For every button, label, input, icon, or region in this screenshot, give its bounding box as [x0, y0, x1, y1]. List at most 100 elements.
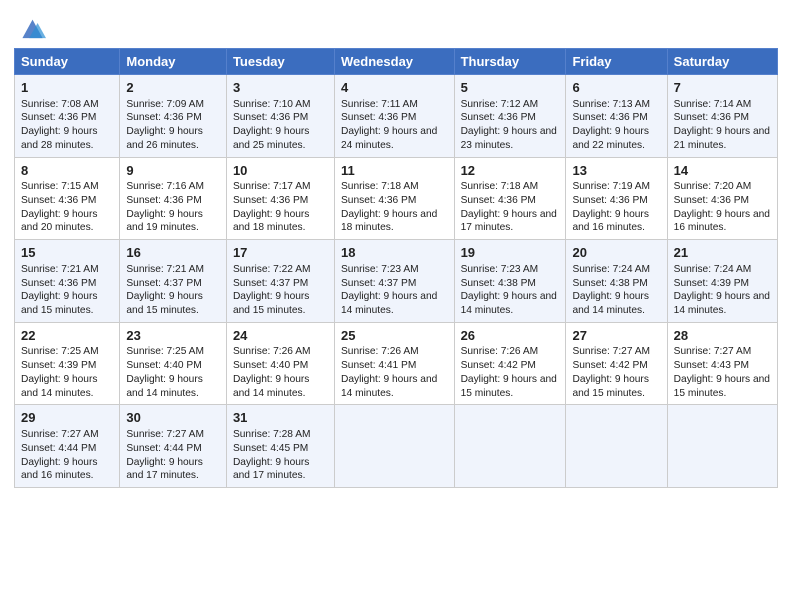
day-number: 13: [572, 162, 660, 180]
daylight-label: Daylight: 9 hours and 14 minutes.: [21, 374, 97, 399]
day-number: 20: [572, 244, 660, 262]
sunrise-label: Sunrise: 7:25 AM: [126, 346, 204, 357]
calendar-cell: 25Sunrise: 7:26 AMSunset: 4:41 PMDayligh…: [335, 322, 455, 405]
day-number: 17: [233, 244, 328, 262]
day-number: 1: [21, 79, 113, 97]
calendar-cell: 6Sunrise: 7:13 AMSunset: 4:36 PMDaylight…: [566, 75, 667, 158]
sunrise-label: Sunrise: 7:15 AM: [21, 181, 99, 192]
calendar-table: SundayMondayTuesdayWednesdayThursdayFrid…: [14, 48, 778, 488]
calendar-cell: 30Sunrise: 7:27 AMSunset: 4:44 PMDayligh…: [120, 405, 227, 488]
sunrise-label: Sunrise: 7:27 AM: [21, 429, 99, 440]
day-number: 6: [572, 79, 660, 97]
logo-icon: [14, 14, 46, 42]
col-header-wednesday: Wednesday: [335, 49, 455, 75]
sunrise-label: Sunrise: 7:20 AM: [674, 181, 752, 192]
calendar-cell: 9Sunrise: 7:16 AMSunset: 4:36 PMDaylight…: [120, 157, 227, 240]
col-header-friday: Friday: [566, 49, 667, 75]
daylight-label: Daylight: 9 hours and 17 minutes.: [461, 209, 557, 234]
sunrise-label: Sunrise: 7:21 AM: [21, 264, 99, 275]
sunrise-label: Sunrise: 7:14 AM: [674, 99, 752, 110]
day-number: 14: [674, 162, 771, 180]
day-number: 12: [461, 162, 560, 180]
daylight-label: Daylight: 9 hours and 19 minutes.: [126, 209, 202, 234]
calendar-cell: 29Sunrise: 7:27 AMSunset: 4:44 PMDayligh…: [15, 405, 120, 488]
daylight-label: Daylight: 9 hours and 14 minutes.: [341, 291, 437, 316]
sunrise-label: Sunrise: 7:19 AM: [572, 181, 650, 192]
day-number: 26: [461, 327, 560, 345]
sunset-label: Sunset: 4:38 PM: [461, 278, 536, 289]
sunset-label: Sunset: 4:38 PM: [572, 278, 647, 289]
calendar-cell: 7Sunrise: 7:14 AMSunset: 4:36 PMDaylight…: [667, 75, 777, 158]
sunset-label: Sunset: 4:36 PM: [21, 195, 96, 206]
calendar-cell: [454, 405, 566, 488]
daylight-label: Daylight: 9 hours and 14 minutes.: [126, 374, 202, 399]
logo: [14, 14, 50, 42]
sunset-label: Sunset: 4:44 PM: [21, 443, 96, 454]
sunrise-label: Sunrise: 7:21 AM: [126, 264, 204, 275]
day-number: 4: [341, 79, 448, 97]
day-number: 10: [233, 162, 328, 180]
daylight-label: Daylight: 9 hours and 16 minutes.: [21, 457, 97, 482]
sunset-label: Sunset: 4:37 PM: [126, 278, 201, 289]
sunset-label: Sunset: 4:36 PM: [341, 195, 416, 206]
day-number: 21: [674, 244, 771, 262]
sunrise-label: Sunrise: 7:12 AM: [461, 99, 539, 110]
col-header-thursday: Thursday: [454, 49, 566, 75]
calendar-cell: 17Sunrise: 7:22 AMSunset: 4:37 PMDayligh…: [226, 240, 334, 323]
daylight-label: Daylight: 9 hours and 14 minutes.: [461, 291, 557, 316]
calendar-cell: 23Sunrise: 7:25 AMSunset: 4:40 PMDayligh…: [120, 322, 227, 405]
sunrise-label: Sunrise: 7:17 AM: [233, 181, 311, 192]
daylight-label: Daylight: 9 hours and 14 minutes.: [572, 291, 648, 316]
sunset-label: Sunset: 4:40 PM: [233, 360, 308, 371]
day-number: 11: [341, 162, 448, 180]
calendar-cell: 12Sunrise: 7:18 AMSunset: 4:36 PMDayligh…: [454, 157, 566, 240]
daylight-label: Daylight: 9 hours and 20 minutes.: [21, 209, 97, 234]
sunset-label: Sunset: 4:36 PM: [21, 112, 96, 123]
sunset-label: Sunset: 4:36 PM: [572, 112, 647, 123]
daylight-label: Daylight: 9 hours and 17 minutes.: [233, 457, 309, 482]
daylight-label: Daylight: 9 hours and 21 minutes.: [674, 126, 770, 151]
sunrise-label: Sunrise: 7:24 AM: [572, 264, 650, 275]
calendar-cell: 27Sunrise: 7:27 AMSunset: 4:42 PMDayligh…: [566, 322, 667, 405]
week-row-3: 15 Sunrise: 7:21 AM Sunset: 4:36 PM Dayligh…: [15, 240, 778, 323]
calendar-cell: 14Sunrise: 7:20 AMSunset: 4:36 PMDayligh…: [667, 157, 777, 240]
day-number: 2: [126, 79, 220, 97]
col-header-saturday: Saturday: [667, 49, 777, 75]
sunset-label: Sunset: 4:39 PM: [674, 278, 749, 289]
daylight-label: Daylight: 9 hours and 15 minutes.: [233, 291, 309, 316]
daylight-label: Daylight: 9 hours and 14 minutes.: [341, 374, 437, 399]
sunset-label: Sunset: 4:36 PM: [674, 112, 749, 123]
day-number: 15: [21, 244, 113, 262]
sunrise-label: Sunrise: 7:24 AM: [674, 264, 752, 275]
calendar-cell: 28Sunrise: 7:27 AMSunset: 4:43 PMDayligh…: [667, 322, 777, 405]
day-number: 3: [233, 79, 328, 97]
calendar-cell: 22Sunrise: 7:25 AM Sunset: 4:39 PM Dayligh…: [15, 322, 120, 405]
day-number: 31: [233, 409, 328, 427]
sunset-label: Sunset: 4:39 PM: [21, 360, 96, 371]
sunrise-label: Sunrise: 7:18 AM: [461, 181, 539, 192]
sunset-label: Sunset: 4:42 PM: [461, 360, 536, 371]
day-number: 30: [126, 409, 220, 427]
calendar-cell: 26Sunrise: 7:26 AMSunset: 4:42 PMDayligh…: [454, 322, 566, 405]
sunrise-label: Sunrise: 7:10 AM: [233, 99, 311, 110]
col-header-monday: Monday: [120, 49, 227, 75]
daylight-label: Daylight: 9 hours and 16 minutes.: [572, 209, 648, 234]
daylight-label: Daylight: 9 hours and 14 minutes.: [233, 374, 309, 399]
day-number: 18: [341, 244, 448, 262]
week-row-2: 8Sunrise: 7:15 AMSunset: 4:36 PMDaylight…: [15, 157, 778, 240]
calendar-cell: 8Sunrise: 7:15 AMSunset: 4:36 PMDaylight…: [15, 157, 120, 240]
calendar-cell: 13Sunrise: 7:19 AM Sunset: 4:36 PM Dayligh…: [566, 157, 667, 240]
sunrise-label: Sunrise: 7:25 AM: [21, 346, 99, 357]
daylight-label: Daylight: 9 hours and 14 minutes.: [674, 291, 770, 316]
sunrise-label: Sunrise: 7:16 AM: [126, 181, 204, 192]
day-number: 22: [21, 327, 113, 345]
week-row-1: 1Sunrise: 7:08 AMSunset: 4:36 PMDaylight…: [15, 75, 778, 158]
day-number: 16: [126, 244, 220, 262]
day-number: 25: [341, 327, 448, 345]
sunrise-label: Sunrise: 7:13 AM: [572, 99, 650, 110]
calendar-cell: 19Sunrise: 7:23 AMSunset: 4:38 PMDayligh…: [454, 240, 566, 323]
sunset-label: Sunset: 4:36 PM: [21, 278, 96, 289]
week-row-4: 22Sunrise: 7:25 AMSunset: 4:39 PMDayligh…: [15, 322, 778, 405]
daylight-label: Daylight: 9 hours and 28 minutes.: [21, 126, 97, 151]
sunset-label: Sunset: 4:36 PM: [572, 195, 647, 206]
